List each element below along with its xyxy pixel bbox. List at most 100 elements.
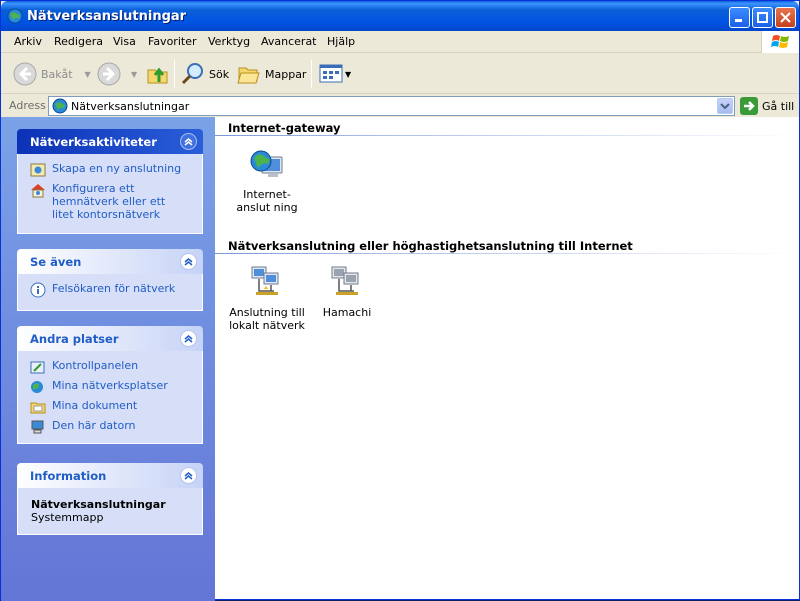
close-button[interactable] [775,7,796,28]
connection-local-area[interactable]: Anslutning till lokalt nätverk [227,265,307,332]
search-label: Sök [209,67,230,81]
panel-body: Kontrollpanelen Mina nätverksplatser Min… [17,351,203,444]
double-chevron-up-icon [184,472,193,480]
go-button[interactable]: Gå till [740,96,794,116]
maximize-button[interactable] [752,7,773,28]
collapse-button[interactable] [180,133,197,150]
collapse-button[interactable] [180,467,197,484]
collapse-button[interactable] [180,330,197,347]
panel-body: Nätverksanslutningar Systemmapp [17,488,203,535]
window-title: Nätverksanslutningar [27,9,187,24]
link-troubleshooter[interactable]: Felsökaren för nätverk [30,282,202,298]
info-name: Nätverksanslutningar [31,498,166,511]
views-dropdown-icon[interactable]: ▼ [345,70,351,79]
info-type: Systemmapp [31,511,104,524]
address-input[interactable]: Nätverksanslutningar [48,96,735,116]
connection-hamachi[interactable]: Hamachi [307,265,387,319]
panel-header[interactable]: Se även [17,249,203,274]
up-button[interactable] [146,60,170,88]
link-label: Felsökaren för nätverk [52,282,176,295]
connection-internet-gateway[interactable]: Internet-anslut ning [227,147,307,214]
content-area: Internet-gateway Internet-anslut ning Nä… [215,117,799,599]
toolbar-separator [174,60,175,88]
title-bar[interactable]: Nätverksanslutningar [1,1,799,31]
go-arrow-icon [740,97,758,115]
link-label: Kontrollpanelen [52,359,139,372]
link-label: Konfigurera ett hemnätverk eller ett lit… [52,182,166,221]
close-icon [780,12,791,23]
panel-title: Information [30,469,107,483]
explorer-window: Nätverksanslutningar Arkiv Redigera Visa… [0,0,800,601]
panel-title: Nätverksaktiviteter [30,135,157,149]
computer-icon [31,420,44,434]
forward-button[interactable]: ▼ [97,60,137,88]
forward-dropdown-icon[interactable]: ▼ [131,70,137,79]
panel-title: Andra platser [30,332,119,346]
panel-title: Se även [30,255,82,269]
link-control-panel[interactable]: Kontrollpanelen [30,359,202,375]
connection-label: Internet-anslut ning [236,188,298,214]
lan-connection-icon [331,266,359,295]
group-title-lan: Nätverksanslutning eller höghastighetsan… [228,239,633,253]
group-divider [215,135,799,136]
link-label: Mina dokument [52,399,138,412]
views-icon [319,64,343,83]
menu-arkiv[interactable]: Arkiv [14,35,42,48]
menu-redigera[interactable]: Redigera [54,35,103,48]
address-bar: Adress Nätverksanslutningar Gå till [1,95,799,117]
folders-icon [237,67,260,84]
link-my-network-places[interactable]: Mina nätverksplatser [30,379,202,395]
panel-information: Information Nätverksanslutningar Systemm… [17,463,203,535]
address-value: Nätverksanslutningar [71,100,190,113]
chevron-down-icon [720,103,730,110]
panel-header[interactable]: Andra platser [17,326,203,351]
control-panel-icon [30,361,45,374]
group-divider [215,253,799,254]
group-title-gateway: Internet-gateway [228,121,341,135]
link-label: Skapa en ny anslutning [52,162,182,175]
menu-verktyg[interactable]: Verktyg [208,35,250,48]
menu-visa[interactable]: Visa [113,35,136,48]
search-button[interactable]: Sök [181,60,229,88]
menu-hjalp[interactable]: Hjälp [327,35,355,48]
lan-connection-icon [251,266,279,295]
link-label: Den här datorn [52,419,136,432]
panel-see-also: Se även Felsökaren för nätverk [17,249,203,311]
link-my-documents[interactable]: Mina dokument [30,399,202,415]
minimize-button[interactable] [729,7,750,28]
task-pane: Nätverksaktiviteter Skapa en ny anslutni… [1,117,215,601]
back-button[interactable]: Bakåt ▼ [13,60,91,88]
address-dropdown-button[interactable] [717,98,733,114]
windows-logo [761,31,799,53]
toolbar: Bakåt ▼ ▼ Sök Mappar ▼ [1,54,799,94]
address-label: Adress [9,99,46,112]
link-setup-home-network[interactable]: Konfigurera ett hemnätverk eller ett lit… [30,182,202,221]
menu-bar: Arkiv Redigera Visa Favoriter Verktyg Av… [1,31,799,53]
link-create-connection[interactable]: Skapa en ny anslutning [30,162,202,178]
documents-folder-icon [30,402,46,414]
views-button[interactable]: ▼ [319,60,351,88]
folders-button[interactable]: Mappar [237,60,306,88]
link-my-computer[interactable]: Den här datorn [30,419,202,435]
panel-network-tasks: Nätverksaktiviteter Skapa en ny anslutni… [17,129,203,234]
network-places-icon [31,381,43,393]
back-dropdown-icon[interactable]: ▼ [85,70,91,79]
connection-label: Hamachi [322,306,372,319]
collapse-button[interactable] [180,253,197,270]
panel-body: Felsökaren för nätverk [17,274,203,311]
link-label: Mina nätverksplatser [52,379,168,392]
go-label: Gå till [762,99,795,113]
windows-flag-icon [771,35,789,48]
panel-header[interactable]: Nätverksaktiviteter [17,129,203,154]
double-chevron-up-icon [184,138,193,146]
menu-favoriter[interactable]: Favoriter [148,35,196,48]
back-label: Bakåt [41,67,73,81]
panel-header[interactable]: Information [17,463,203,488]
menu-avancerat[interactable]: Avancerat [261,35,317,48]
internet-connection-icon [250,150,283,177]
panel-other-places: Andra platser Kontrollpanelen Mina nätve… [17,326,203,444]
home-network-icon [31,184,45,198]
connection-label: Anslutning till lokalt nätverk [229,306,305,332]
double-chevron-up-icon [184,335,193,343]
folder-up-icon [147,67,168,84]
